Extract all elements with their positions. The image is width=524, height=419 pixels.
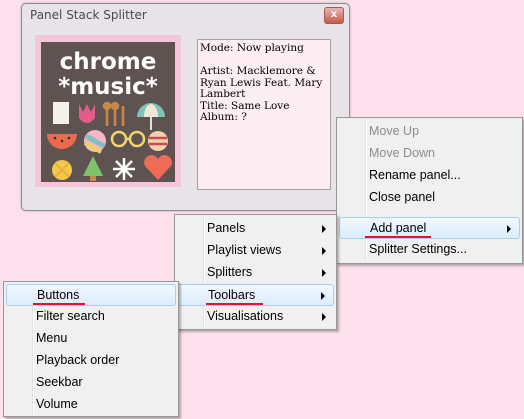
menu-item-label: Playlist views [207,243,282,257]
menu-item-label: Playback order [36,353,120,367]
submenu-arrow-icon [507,225,511,233]
panel-stack-splitter-window: Panel Stack Splitter x chrome *music* Mo… [21,3,350,211]
annotation-underline-add-panel [365,236,431,238]
album-art-word-1: chrome [60,49,157,75]
submenu-arrow-icon [322,313,326,321]
annotation-underline-buttons [33,303,85,305]
menu-item-visualisations[interactable]: Visualisations [177,306,334,328]
menu-item-label: Buttons [37,288,80,302]
add-panel-submenu: Panels Playlist views Splitters Toolbars… [174,214,337,330]
menu-item-label: Volume [36,397,78,411]
submenu-arrow-icon [322,269,326,277]
toolbars-submenu: Buttons Filter search Menu Playback orde… [3,281,179,417]
album-art: chrome *music* [35,35,181,187]
menu-item-close-panel[interactable]: Close panel [339,187,520,209]
album-art-word-2: *music* [58,74,158,100]
menu-item-label: Visualisations [207,309,284,323]
album-art-image: chrome *music* [41,42,175,182]
submenu-arrow-icon [322,225,326,233]
submenu-arrow-icon [321,292,325,300]
menu-item-playback-order[interactable]: Playback order [6,350,176,372]
menu-item-label: Close panel [369,190,436,204]
menu-item-volume[interactable]: Volume [6,394,176,416]
menu-item-playlist-views[interactable]: Playlist views [177,240,334,262]
menu-item-splitter-settings[interactable]: Splitter Settings... [339,239,520,261]
menu-item-move-down[interactable]: Move Down [339,143,520,165]
menu-item-rename-panel[interactable]: Rename panel... [339,165,520,187]
menu-item-label: Splitter Settings... [369,242,467,256]
window-title: Panel Stack Splitter [30,8,147,22]
submenu-arrow-icon [322,247,326,255]
menu-item-splitters[interactable]: Splitters [177,262,334,284]
now-playing-info: Mode: Now playing Artist: Macklemore & R… [197,39,331,190]
menu-item-label: Move Down [369,146,435,160]
menu-item-move-up[interactable]: Move Up [339,121,520,143]
menu-item-label: Rename panel... [369,168,461,182]
menu-item-panels[interactable]: Panels [177,218,334,240]
menu-item-menu[interactable]: Menu [6,328,176,350]
menu-item-label: Toolbars [208,288,256,302]
annotation-underline-toolbars [206,303,263,305]
menu-item-buttons[interactable]: Buttons [6,284,176,306]
menu-item-filter-search[interactable]: Filter search [6,306,176,328]
menu-item-label: Seekbar [36,375,83,389]
menu-item-seekbar[interactable]: Seekbar [6,372,176,394]
menu-item-label: Splitters [207,265,253,279]
menu-item-label: Add panel [370,221,427,235]
menu-item-label: Panels [207,221,246,235]
menu-item-label: Move Up [369,124,420,138]
menu-item-label: Filter search [36,309,105,323]
menu-item-label: Menu [36,331,68,345]
close-button[interactable]: x [324,7,344,24]
panel-context-menu: Move Up Move Down Rename panel... Close … [336,117,523,264]
